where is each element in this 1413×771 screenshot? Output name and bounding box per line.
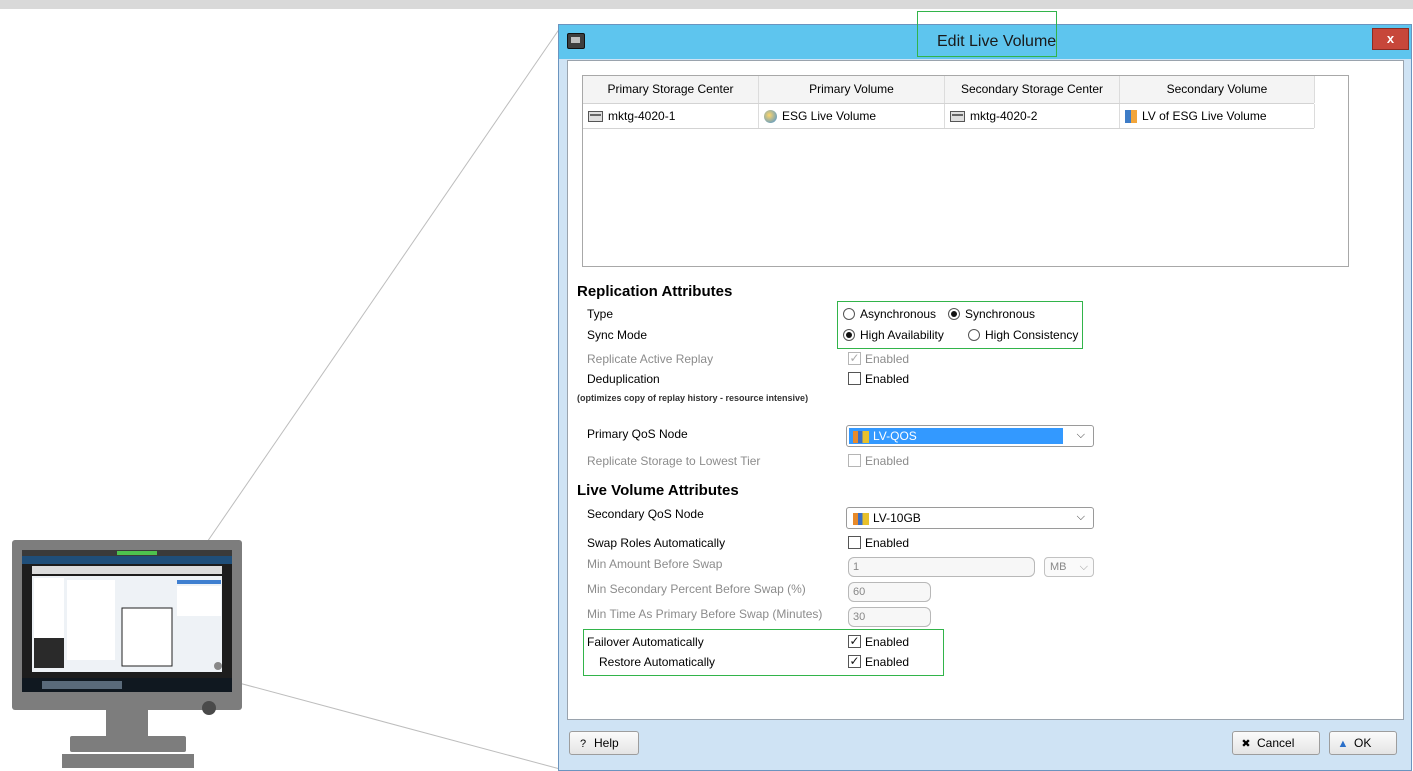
monitor-stand-neck — [106, 710, 148, 738]
app-icon — [567, 33, 585, 49]
chevron-down-icon: ⌵ — [1076, 511, 1085, 523]
cell-text: ESG Live Volume — [782, 109, 877, 123]
deduplication-value: Enabled — [865, 372, 910, 386]
table-row[interactable]: mktg-4020-1 ESG Live Volume mktg-4020-2 … — [583, 104, 1315, 129]
table-header: Primary Storage Center Primary Volume Se… — [583, 76, 1315, 104]
sync-mode-label: Sync Mode — [587, 328, 648, 342]
primary-qos-select[interactable]: LV-QOS ⌵ — [846, 425, 1094, 447]
title-highlight-box — [917, 11, 1057, 57]
monitor-illustration — [12, 540, 242, 771]
min-time-input[interactable]: 30 — [848, 607, 931, 627]
ok-button[interactable]: ▲ OK — [1329, 731, 1397, 755]
qos-node-icon — [853, 430, 869, 443]
qos-node-icon — [853, 512, 869, 525]
min-time-label: Min Time As Primary Before Swap (Minutes… — [587, 607, 823, 621]
cancel-button[interactable]: ✖ Cancel — [1232, 731, 1320, 755]
swap-roles-value: Enabled — [865, 536, 910, 550]
min-secondary-percent-input[interactable]: 60 — [848, 582, 931, 602]
swap-roles-checkbox[interactable] — [848, 536, 861, 549]
monitor-stand-base — [70, 736, 186, 752]
help-button[interactable]: ? Help — [569, 731, 639, 755]
ok-label: OK — [1354, 736, 1372, 750]
cancel-label: Cancel — [1257, 736, 1295, 750]
secondary-qos-selected: LV-10GB — [849, 510, 927, 526]
table-cell: LV of ESG Live Volume — [1120, 104, 1315, 128]
live-volume-table[interactable]: Primary Storage Center Primary Volume Se… — [582, 75, 1349, 267]
arrow-up-icon: ▲ — [1337, 738, 1349, 750]
deduplication-checkbox[interactable] — [848, 372, 861, 385]
dialog-content: Primary Storage Center Primary Volume Se… — [567, 60, 1404, 720]
live-volume-icon — [1125, 110, 1137, 124]
type-label: Type — [587, 307, 614, 321]
primary-qos-selected: LV-QOS — [849, 428, 1063, 444]
monitor-power-button — [202, 701, 216, 715]
column-header[interactable]: Primary Volume — [759, 76, 945, 103]
table-cell: ESG Live Volume — [759, 104, 945, 128]
live-volume-attributes-heading: Live Volume Attributes — [577, 482, 739, 499]
min-amount-input[interactable]: 1 — [848, 557, 1035, 577]
replicate-active-replay-checkbox[interactable]: ✓ — [848, 352, 861, 365]
help-label: Help — [594, 736, 619, 750]
failover-highlight-box — [583, 629, 944, 676]
min-secondary-percent-label: Min Secondary Percent Before Swap (%) — [587, 582, 806, 596]
help-icon: ? — [579, 738, 587, 750]
monitor-frame — [12, 540, 242, 715]
chevron-down-icon: ⌵ — [1079, 561, 1088, 573]
unit-value: MB — [1050, 561, 1067, 573]
cell-text: mktg-4020-2 — [970, 109, 1038, 123]
cell-text: mktg-4020-1 — [608, 109, 676, 123]
replication-attributes-heading: Replication Attributes — [577, 283, 733, 300]
edit-live-volume-dialog: Edit Live Volume x Primary Storage Cente… — [558, 11, 1412, 771]
replication-type-highlight-box — [837, 301, 1083, 349]
chevron-down-icon: ⌵ — [1076, 429, 1085, 441]
screen-thumbnail-graphic — [22, 550, 232, 692]
cell-text: LV of ESG Live Volume — [1142, 109, 1267, 123]
storage-center-icon — [588, 111, 603, 123]
secondary-qos-value: LV-10GB — [873, 511, 921, 525]
primary-qos-value: LV-QOS — [873, 429, 917, 443]
replicate-active-replay-label: Replicate Active Replay — [587, 352, 714, 366]
replicate-active-replay-value: Enabled — [865, 352, 910, 366]
monitor-screen-thumbnail — [22, 550, 232, 692]
table-cell: mktg-4020-1 — [583, 104, 759, 128]
deduplication-label: Deduplication — [587, 372, 660, 386]
replicate-lowest-tier-checkbox[interactable] — [848, 454, 861, 467]
monitor-stand-foot — [62, 754, 194, 768]
deduplication-note: (optimizes copy of replay history - reso… — [577, 393, 809, 403]
secondary-qos-select[interactable]: LV-10GB ⌵ — [846, 507, 1094, 529]
replicate-lowest-tier-value: Enabled — [865, 454, 910, 468]
secondary-qos-label: Secondary QoS Node — [587, 507, 704, 521]
replicate-lowest-tier-label: Replicate Storage to Lowest Tier — [587, 454, 761, 468]
volume-icon — [764, 110, 777, 124]
table-cell: mktg-4020-2 — [945, 104, 1120, 128]
column-header[interactable]: Primary Storage Center — [583, 76, 759, 103]
swap-roles-label: Swap Roles Automatically — [587, 536, 726, 550]
close-button[interactable]: x — [1372, 28, 1409, 50]
storage-center-icon — [950, 111, 965, 123]
primary-qos-label: Primary QoS Node — [587, 427, 688, 441]
min-amount-unit-select[interactable]: MB ⌵ — [1044, 557, 1094, 577]
column-header[interactable]: Secondary Storage Center — [945, 76, 1120, 103]
cancel-icon: ✖ — [1241, 738, 1251, 750]
min-amount-label: Min Amount Before Swap — [587, 557, 723, 571]
column-header[interactable]: Secondary Volume — [1120, 76, 1315, 103]
